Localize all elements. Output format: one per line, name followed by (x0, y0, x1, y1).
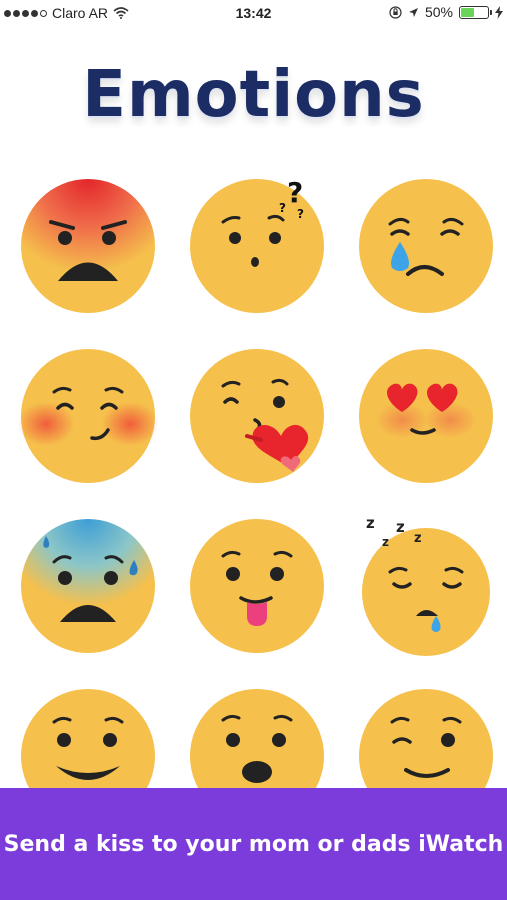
emoji-button-scared[interactable] (18, 516, 158, 656)
sleeping-face-icon: z z z z (362, 516, 490, 656)
angry-face-icon (21, 179, 155, 313)
winking-face-icon (359, 689, 493, 788)
emoji-button-angry[interactable] (18, 176, 158, 316)
battery-level-fill (461, 7, 474, 17)
blushing-face-icon (18, 349, 158, 483)
svg-text:z: z (396, 518, 405, 536)
page-title: Emotions (82, 58, 425, 132)
heart-eyes-face-icon (359, 349, 493, 483)
emoji-button-tongue[interactable] (187, 516, 327, 656)
emoji-button-surprised[interactable] (187, 686, 327, 788)
emoji-button-crying[interactable] (356, 176, 496, 316)
status-right: 50% (389, 4, 503, 20)
location-arrow-icon (408, 7, 418, 17)
emoji-button-love[interactable] (356, 346, 496, 486)
surprised-face-icon (190, 689, 324, 788)
banner-text: Send a kiss to your mom or dads iWatch (3, 831, 504, 857)
emoji-button-laughing[interactable] (18, 686, 158, 788)
svg-text:?: ? (287, 176, 303, 209)
emoji-button-confused[interactable]: ? ? ? (187, 176, 327, 316)
tongue-out-face-icon (190, 519, 324, 653)
emoji-button-kiss[interactable] (187, 346, 327, 486)
svg-text:z: z (366, 516, 375, 532)
cold-sweat-face-icon (21, 519, 155, 653)
send-kiss-banner[interactable]: Send a kiss to your mom or dads iWatch (0, 788, 507, 900)
emoji-button-blushing[interactable] (18, 346, 158, 486)
svg-text:z: z (414, 531, 422, 546)
emoji-grid: ? ? ? z z z z (18, 176, 498, 788)
emoji-button-wink[interactable] (356, 686, 496, 788)
kiss-heart-face-icon (190, 349, 324, 483)
battery-icon (459, 5, 492, 19)
svg-text:?: ? (279, 201, 286, 215)
crying-face-icon (359, 179, 493, 313)
battery-percent: 50% (424, 4, 453, 20)
status-bar: Claro AR 13:42 50% (0, 0, 507, 28)
confused-face-icon: ? ? ? (190, 176, 324, 313)
laughing-face-icon (21, 689, 155, 788)
charging-bolt-icon (495, 5, 503, 19)
svg-text:z: z (382, 535, 389, 549)
svg-text:?: ? (297, 207, 304, 221)
rotation-lock-icon (389, 5, 402, 19)
emoji-button-sleepy[interactable]: z z z z (356, 516, 496, 656)
